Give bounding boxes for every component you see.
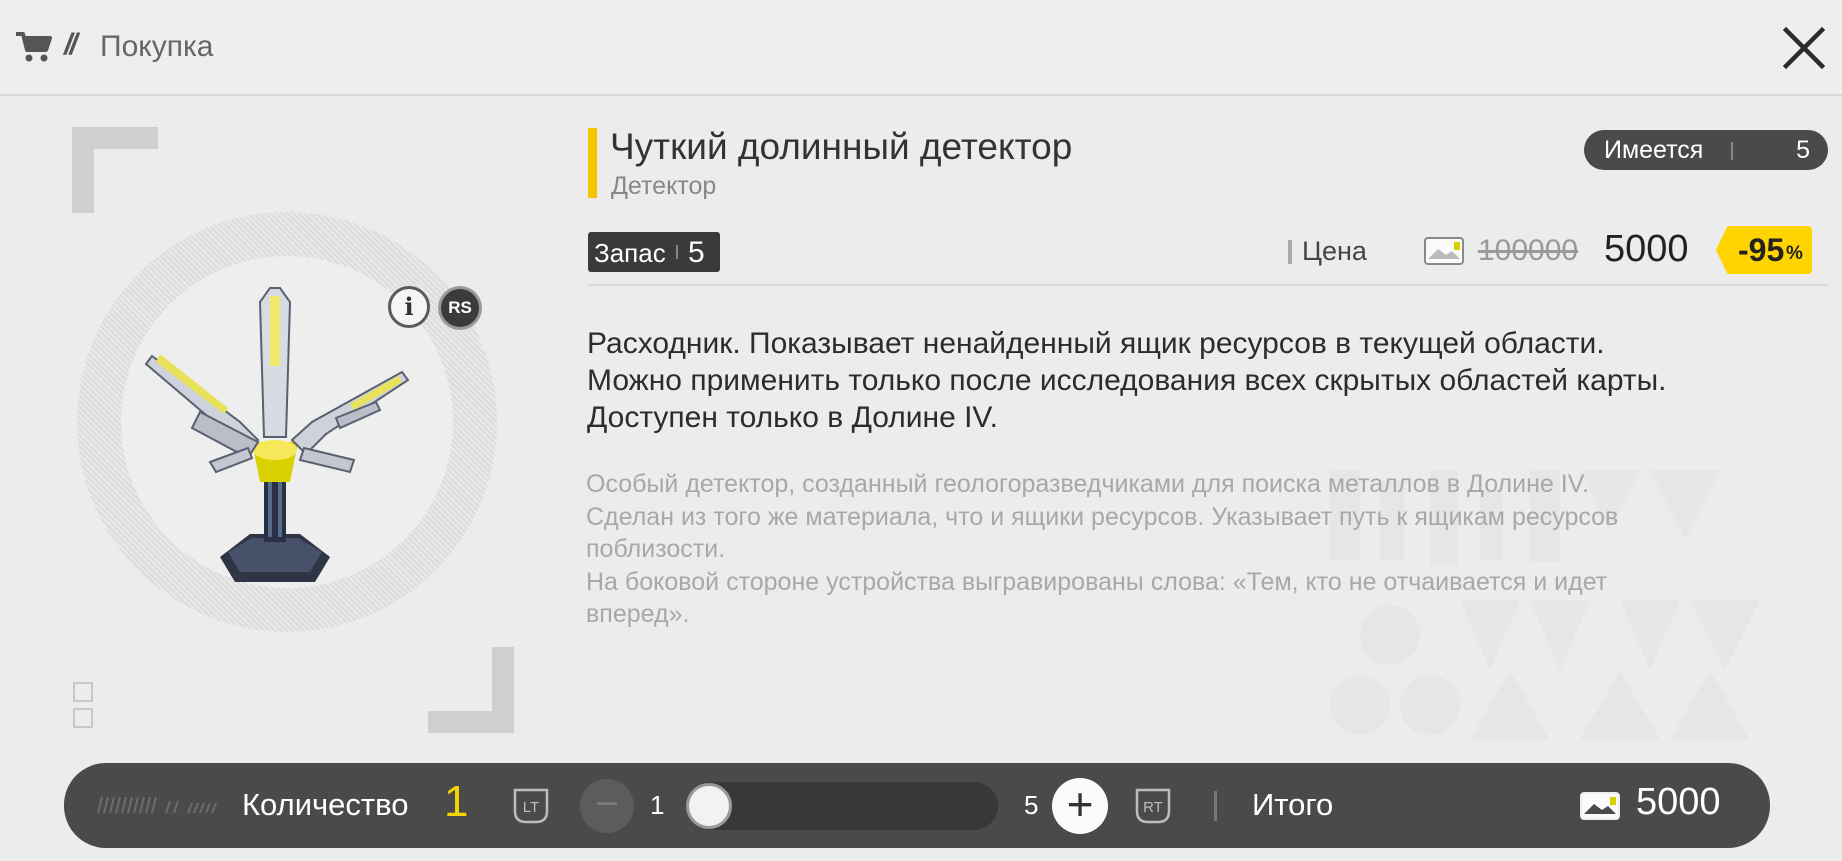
discount-value: -95 <box>1738 232 1785 268</box>
svg-text:LT: LT <box>523 799 539 816</box>
quantity-slider-track[interactable] <box>686 782 998 830</box>
corner-bracket-top-left <box>72 127 158 213</box>
header-bar: // Покупка <box>0 0 1842 96</box>
price-separator <box>1288 240 1292 264</box>
thumbnail-indicator <box>73 708 93 728</box>
description-line: Расходник. Показывает ненайденный ящик р… <box>587 327 1605 360</box>
stock-value: 5 <box>688 236 705 269</box>
owned-badge: Имеется 5 <box>1584 130 1828 170</box>
total-separator <box>1214 791 1217 821</box>
header-slashes: // <box>64 28 78 61</box>
bar-decoration <box>97 796 217 814</box>
total-value: 5000 <box>1636 781 1721 823</box>
owned-label: Имеется <box>1604 136 1704 164</box>
total-label: Итого <box>1252 787 1334 822</box>
description-line: Можно применить только после исследовани… <box>587 364 1667 397</box>
title-accent-bar <box>588 128 597 198</box>
stock-badge: Запас 5 <box>588 232 720 272</box>
item-name: Чуткий долинный детектор <box>610 126 1073 167</box>
quantity-label: Количество <box>242 787 409 822</box>
price-divider <box>588 284 1828 286</box>
item-description: Расходник. Показывает ненайденный ящик р… <box>587 325 1827 436</box>
lore-line: вперед». <box>586 600 690 628</box>
lore-line: поблизости. <box>586 535 726 563</box>
cart-icon <box>16 32 52 62</box>
discount-badge: -95 % <box>1716 226 1812 274</box>
lore-line: Сделан из того же материала, что и ящики… <box>586 502 1619 531</box>
stock-label: Запас <box>594 238 666 268</box>
purchase-bar: Количество 1 LT − 1 5 + RT Итого 5000 <box>64 763 1770 848</box>
item-lore: Особый детектор, созданный геологоразвед… <box>586 468 1826 631</box>
page-title: Покупка <box>100 30 214 63</box>
increase-quantity-button[interactable]: + <box>1052 778 1108 834</box>
lt-trigger-icon[interactable]: LT <box>512 787 550 825</box>
thumbnail-indicator <box>73 682 93 702</box>
corner-bracket-bottom-right <box>428 647 514 733</box>
quantity-slider-thumb[interactable] <box>686 783 732 829</box>
slider-min-label: 1 <box>650 790 665 820</box>
lore-line: Особый детектор, созданный геологоразвед… <box>586 470 1590 498</box>
quantity-value: 1 <box>444 777 469 826</box>
rs-button-hint[interactable]: RS <box>438 286 482 330</box>
discount-symbol: % <box>1786 243 1803 264</box>
close-icon[interactable] <box>1780 24 1828 72</box>
new-price: 5000 <box>1604 228 1689 270</box>
owned-separator <box>1731 142 1733 160</box>
stock-separator <box>676 245 678 259</box>
item-preview: i RS <box>60 124 520 734</box>
old-price: 100000 <box>1478 234 1579 267</box>
currency-icon <box>1580 792 1620 820</box>
lore-line: На боковой стороне устройства выгравиров… <box>586 567 1608 596</box>
rt-trigger-icon[interactable]: RT <box>1134 787 1172 825</box>
decrease-quantity-button[interactable]: − <box>580 779 634 833</box>
detector-item-image <box>144 287 410 582</box>
currency-icon <box>1424 237 1464 265</box>
slider-max-label: 5 <box>1024 790 1039 820</box>
description-line: Доступен только в Долине IV. <box>587 401 999 434</box>
svg-text:RT: RT <box>1143 799 1163 816</box>
owned-value: 5 <box>1796 136 1810 164</box>
info-icon[interactable]: i <box>388 286 430 328</box>
item-type: Детектор <box>611 172 717 200</box>
price-label: Цена <box>1302 236 1367 266</box>
